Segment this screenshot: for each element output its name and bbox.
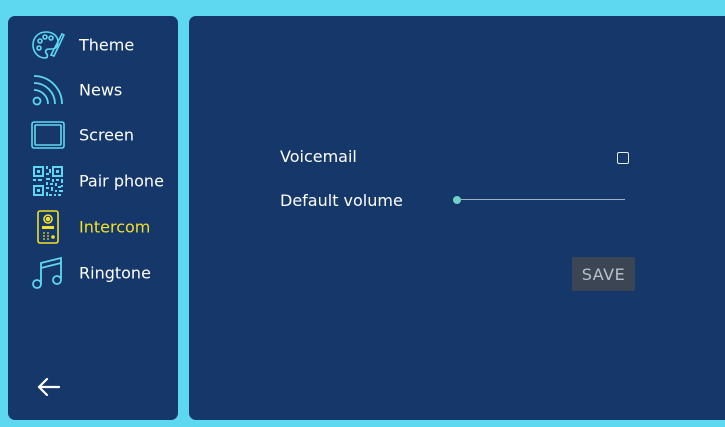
palette-icon [30,27,66,63]
sidebar-item-theme[interactable]: Theme [8,24,178,66]
voicemail-label: Voicemail [280,147,357,166]
sidebar: Theme News Screen Pair phone Intercom Ri… [8,16,178,420]
sidebar-item-label: Screen [79,125,135,145]
sidebar-item-pair-phone[interactable]: Pair phone [8,160,178,202]
default-volume-slider[interactable] [453,193,625,207]
slider-thumb[interactable] [453,196,461,204]
voicemail-checkbox[interactable] [617,152,629,164]
default-volume-label: Default volume [280,191,403,210]
save-button[interactable]: SAVE [572,257,635,291]
sidebar-item-label: Intercom [79,217,151,237]
sidebar-item-label: Ringtone [79,263,151,283]
qr-code-icon [30,163,66,199]
sidebar-item-intercom[interactable]: Intercom [8,206,178,248]
settings-panel: Voicemail Default volume SAVE [189,16,725,420]
sidebar-item-news[interactable]: News [8,69,178,111]
arrow-left-icon [36,377,62,402]
sidebar-item-label: Theme [79,35,135,55]
sidebar-item-screen[interactable]: Screen [8,114,178,156]
sidebar-item-label: Pair phone [79,171,164,191]
back-button[interactable] [36,376,72,406]
rss-icon [30,72,66,108]
screen-icon [30,117,66,153]
intercom-icon [30,209,66,245]
slider-track [457,199,625,200]
sidebar-item-ringtone[interactable]: Ringtone [8,252,178,294]
music-note-icon [30,255,66,291]
sidebar-item-label: News [79,80,123,100]
